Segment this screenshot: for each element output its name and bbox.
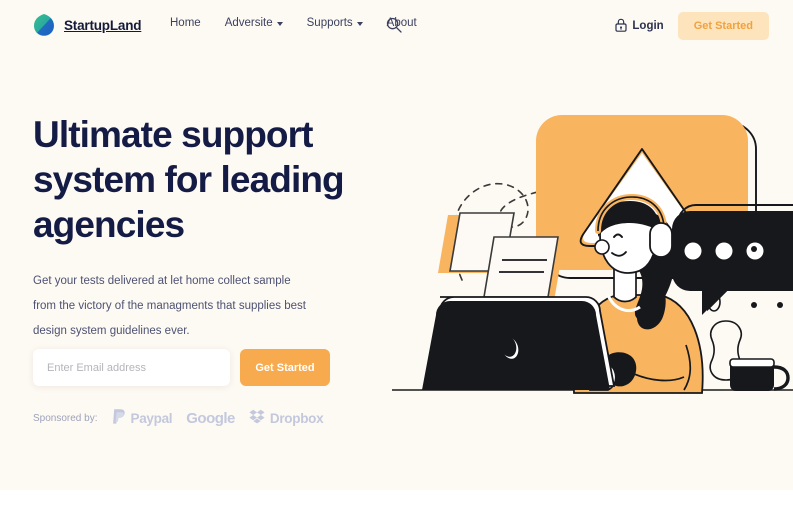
- sponsor-paypal: Paypal: [112, 408, 173, 428]
- get-started-submit-button[interactable]: Get Started: [240, 349, 330, 386]
- search-icon[interactable]: [386, 17, 402, 33]
- top-navigation: StartupLand Home Adversite Supports Abou…: [0, 0, 793, 50]
- paypal-icon: [112, 408, 126, 428]
- nav-item-label: Home: [170, 17, 201, 29]
- dropbox-icon: [249, 409, 265, 427]
- sponsor-name: Paypal: [130, 410, 173, 426]
- leaf-logo-icon: [33, 13, 55, 37]
- sponsor-name: Dropbox: [269, 410, 324, 426]
- lock-icon: [615, 18, 628, 35]
- hero-copy: Ultimate support system for leading agen…: [33, 112, 363, 344]
- sponsor-dropbox: Dropbox: [249, 409, 324, 427]
- email-field[interactable]: [33, 349, 230, 386]
- chevron-down-icon: [356, 21, 363, 26]
- nav-item-label: Adversite: [224, 17, 273, 29]
- hero-paragraph: Get your tests delivered at let home col…: [33, 275, 306, 337]
- nav-links: Home Adversite Supports About: [170, 17, 417, 29]
- chevron-down-icon: [276, 21, 283, 26]
- signup-form: Get Started: [33, 349, 330, 386]
- page-title: Ultimate support system for leading agen…: [33, 114, 345, 245]
- login-link[interactable]: Login: [615, 18, 664, 35]
- nav-item-supports[interactable]: Supports: [307, 17, 363, 29]
- landing-page: StartupLand Home Adversite Supports Abou…: [0, 0, 793, 529]
- laptop: [422, 296, 616, 390]
- coffee-mug: [729, 358, 790, 391]
- sponsored-by-label: Sponsored by:: [33, 412, 98, 424]
- login-label: Login: [632, 20, 664, 32]
- nav-item-adversite[interactable]: Adversite: [225, 17, 283, 29]
- nav-item-label: Supports: [306, 17, 353, 29]
- black-speech-bubble-dots: [672, 204, 793, 315]
- google-wordmark: Google: [186, 409, 235, 427]
- brand-name: StartupLand: [64, 17, 142, 33]
- nav-item-home[interactable]: Home: [170, 17, 201, 29]
- sponsor-google: Google: [186, 410, 235, 427]
- sponsors-row: Sponsored by: Paypal Google Dropbox: [33, 408, 324, 428]
- support-agent-illustration: [392, 105, 793, 420]
- nav-right-actions: Login Get Started: [615, 12, 769, 40]
- get-started-nav-button[interactable]: Get Started: [677, 12, 769, 40]
- brand-logo-link[interactable]: StartupLand: [33, 13, 142, 37]
